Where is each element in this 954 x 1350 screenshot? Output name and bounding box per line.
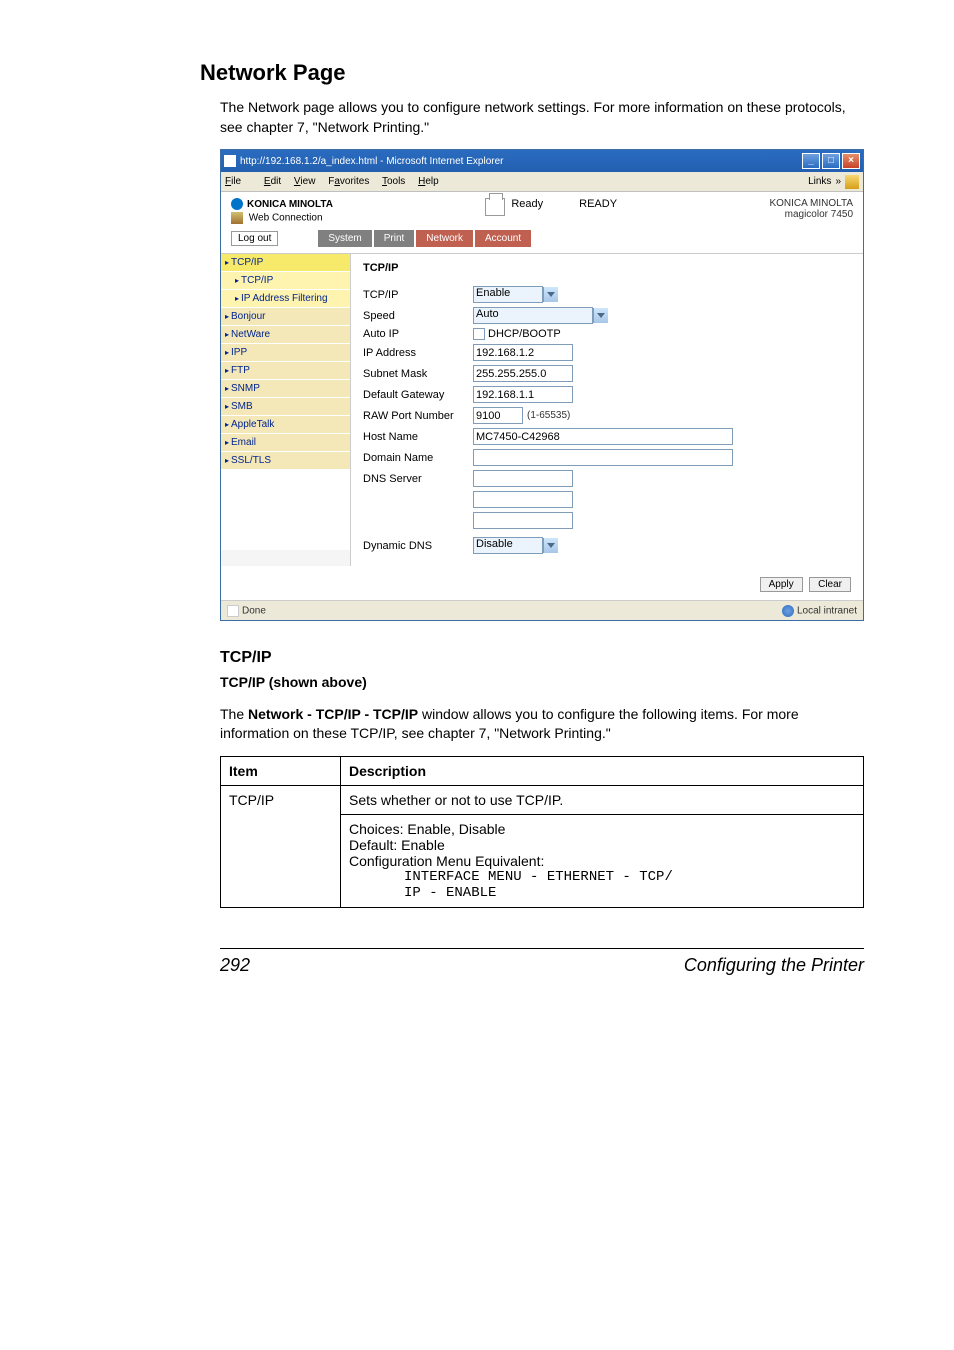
dyndns-label: Dynamic DNS (363, 540, 473, 552)
menu-tools[interactable]: Tools (382, 176, 405, 187)
td-desc2: Choices: Enable, Disable Default: Enable… (341, 814, 864, 907)
sidebar-ip-filtering[interactable]: IP Address Filtering (221, 290, 350, 308)
sidebar-bonjour[interactable]: Bonjour (221, 308, 350, 326)
dropdown-icon[interactable] (543, 538, 558, 553)
menu-favorites[interactable]: Favorites (328, 176, 369, 187)
brand-subtitle: Web Connection (231, 212, 333, 224)
speed-label: Speed (363, 310, 473, 322)
sidebar-tcpip-child[interactable]: TCP/IP (221, 272, 350, 290)
body-text: The Network - TCP/IP - TCP/IP window all… (220, 705, 864, 744)
sidebar-ssltls[interactable]: SSL/TLS (221, 452, 350, 470)
domain-label: Domain Name (363, 452, 473, 464)
printer-icon (485, 198, 505, 216)
tab-system[interactable]: System (318, 230, 371, 247)
status-bar: Done Local intranet (221, 600, 863, 620)
minimize-button[interactable]: _ (802, 153, 820, 169)
intro-text: The Network page allows you to configure… (220, 98, 864, 137)
ipaddr-label: IP Address (363, 347, 473, 359)
menu-edit[interactable]: Edit (264, 176, 281, 187)
sidebar-appletalk[interactable]: AppleTalk (221, 416, 350, 434)
tab-bar: System Print Network Account (318, 230, 531, 247)
td-item: TCP/IP (221, 785, 341, 907)
apply-button[interactable]: Apply (760, 577, 803, 592)
status-zone: Local intranet (797, 605, 857, 616)
ie-throbber-icon (845, 175, 859, 189)
subnet-input[interactable] (473, 365, 573, 382)
th-desc: Description (341, 756, 864, 785)
page-footer: 292 Configuring the Printer (220, 948, 864, 976)
host-label: Host Name (363, 431, 473, 443)
ipaddr-input[interactable] (473, 344, 573, 361)
chapter-title: Configuring the Printer (684, 955, 864, 976)
clear-button[interactable]: Clear (809, 577, 851, 592)
sidebar-tcpip-parent[interactable]: TCP/IP (221, 254, 350, 272)
speed-select[interactable]: Auto (473, 307, 593, 324)
dns1-input[interactable] (473, 470, 573, 487)
dyndns-select[interactable]: Disable (473, 537, 543, 554)
td-desc1: Sets whether or not to use TCP/IP. (341, 785, 864, 814)
tcpip-label: TCP/IP (363, 289, 473, 301)
pagescope-icon (231, 212, 243, 224)
sidebar-snmp[interactable]: SNMP (221, 380, 350, 398)
menu-help[interactable]: Help (418, 176, 439, 187)
dns2-input[interactable] (473, 491, 573, 508)
th-item: Item (221, 756, 341, 785)
close-button[interactable]: × (842, 153, 860, 169)
ready-label: Ready (511, 198, 543, 210)
page-number: 292 (220, 955, 250, 976)
menu-file[interactable]: File (225, 176, 251, 187)
tcpip-select[interactable]: Enable (473, 286, 543, 303)
dns3-input[interactable] (473, 512, 573, 529)
autoip-label: Auto IP (363, 328, 473, 340)
dns-label: DNS Server (363, 473, 473, 485)
brand-name: KONICA MINOLTA (247, 199, 333, 210)
dhcp-checkbox[interactable] (473, 328, 485, 340)
tab-network[interactable]: Network (416, 230, 473, 247)
sidebar-ipp[interactable]: IPP (221, 344, 350, 362)
raw-hint: (1-65535) (527, 410, 570, 421)
gateway-label: Default Gateway (363, 389, 473, 401)
raw-input[interactable] (473, 407, 523, 424)
tab-account[interactable]: Account (475, 230, 531, 247)
section-heading: Network Page (200, 60, 864, 86)
sidebar-netware[interactable]: NetWare (221, 326, 350, 344)
domain-input[interactable] (473, 449, 733, 466)
host-input[interactable] (473, 428, 733, 445)
device-info: KONICA MINOLTA magicolor 7450 (769, 198, 853, 224)
sidebar-email[interactable]: Email (221, 434, 350, 452)
logout-button[interactable]: Log out (231, 231, 278, 246)
raw-label: RAW Port Number (363, 410, 473, 422)
window-titlebar: http://192.168.1.2/a_index.html - Micros… (221, 150, 863, 172)
form-area: TCP/IP TCP/IP Enable Speed Auto Auto IP … (351, 254, 863, 566)
sidebar-smb[interactable]: SMB (221, 398, 350, 416)
brand-logo: KONICA MINOLTA (231, 198, 333, 210)
links-more[interactable]: » (835, 176, 841, 187)
shown-above-label: TCP/IP (shown above) (220, 673, 864, 693)
browser-window: http://192.168.1.2/a_index.html - Micros… (220, 149, 864, 621)
dhcp-label: DHCP/BOOTP (488, 328, 561, 340)
action-row: Apply Clear (221, 566, 863, 600)
ready-text: READY (579, 198, 617, 210)
window-title: http://192.168.1.2/a_index.html - Micros… (240, 156, 503, 167)
subnet-label: Subnet Mask (363, 368, 473, 380)
description-table: Item Description TCP/IP Sets whether or … (220, 756, 864, 908)
dropdown-icon[interactable] (543, 287, 558, 302)
maximize-button[interactable]: □ (822, 153, 840, 169)
ie-icon (224, 155, 236, 167)
status-done: Done (242, 605, 266, 616)
page-icon (227, 605, 239, 617)
sidebar-ftp[interactable]: FTP (221, 362, 350, 380)
form-title: TCP/IP (363, 262, 851, 274)
printer-status: Ready READY (485, 198, 617, 224)
menu-view[interactable]: View (294, 176, 316, 187)
subsection-heading: TCP/IP (220, 649, 864, 667)
dropdown-icon[interactable] (593, 308, 608, 323)
menubar: File Edit View Favorites Tools Help Link… (221, 172, 863, 192)
tab-print[interactable]: Print (374, 230, 415, 247)
sidebar: TCP/IP TCP/IP IP Address Filtering Bonjo… (221, 254, 351, 566)
links-label[interactable]: Links (808, 176, 831, 187)
gateway-input[interactable] (473, 386, 573, 403)
zone-icon (782, 605, 794, 617)
brand-dot-icon (231, 198, 243, 210)
